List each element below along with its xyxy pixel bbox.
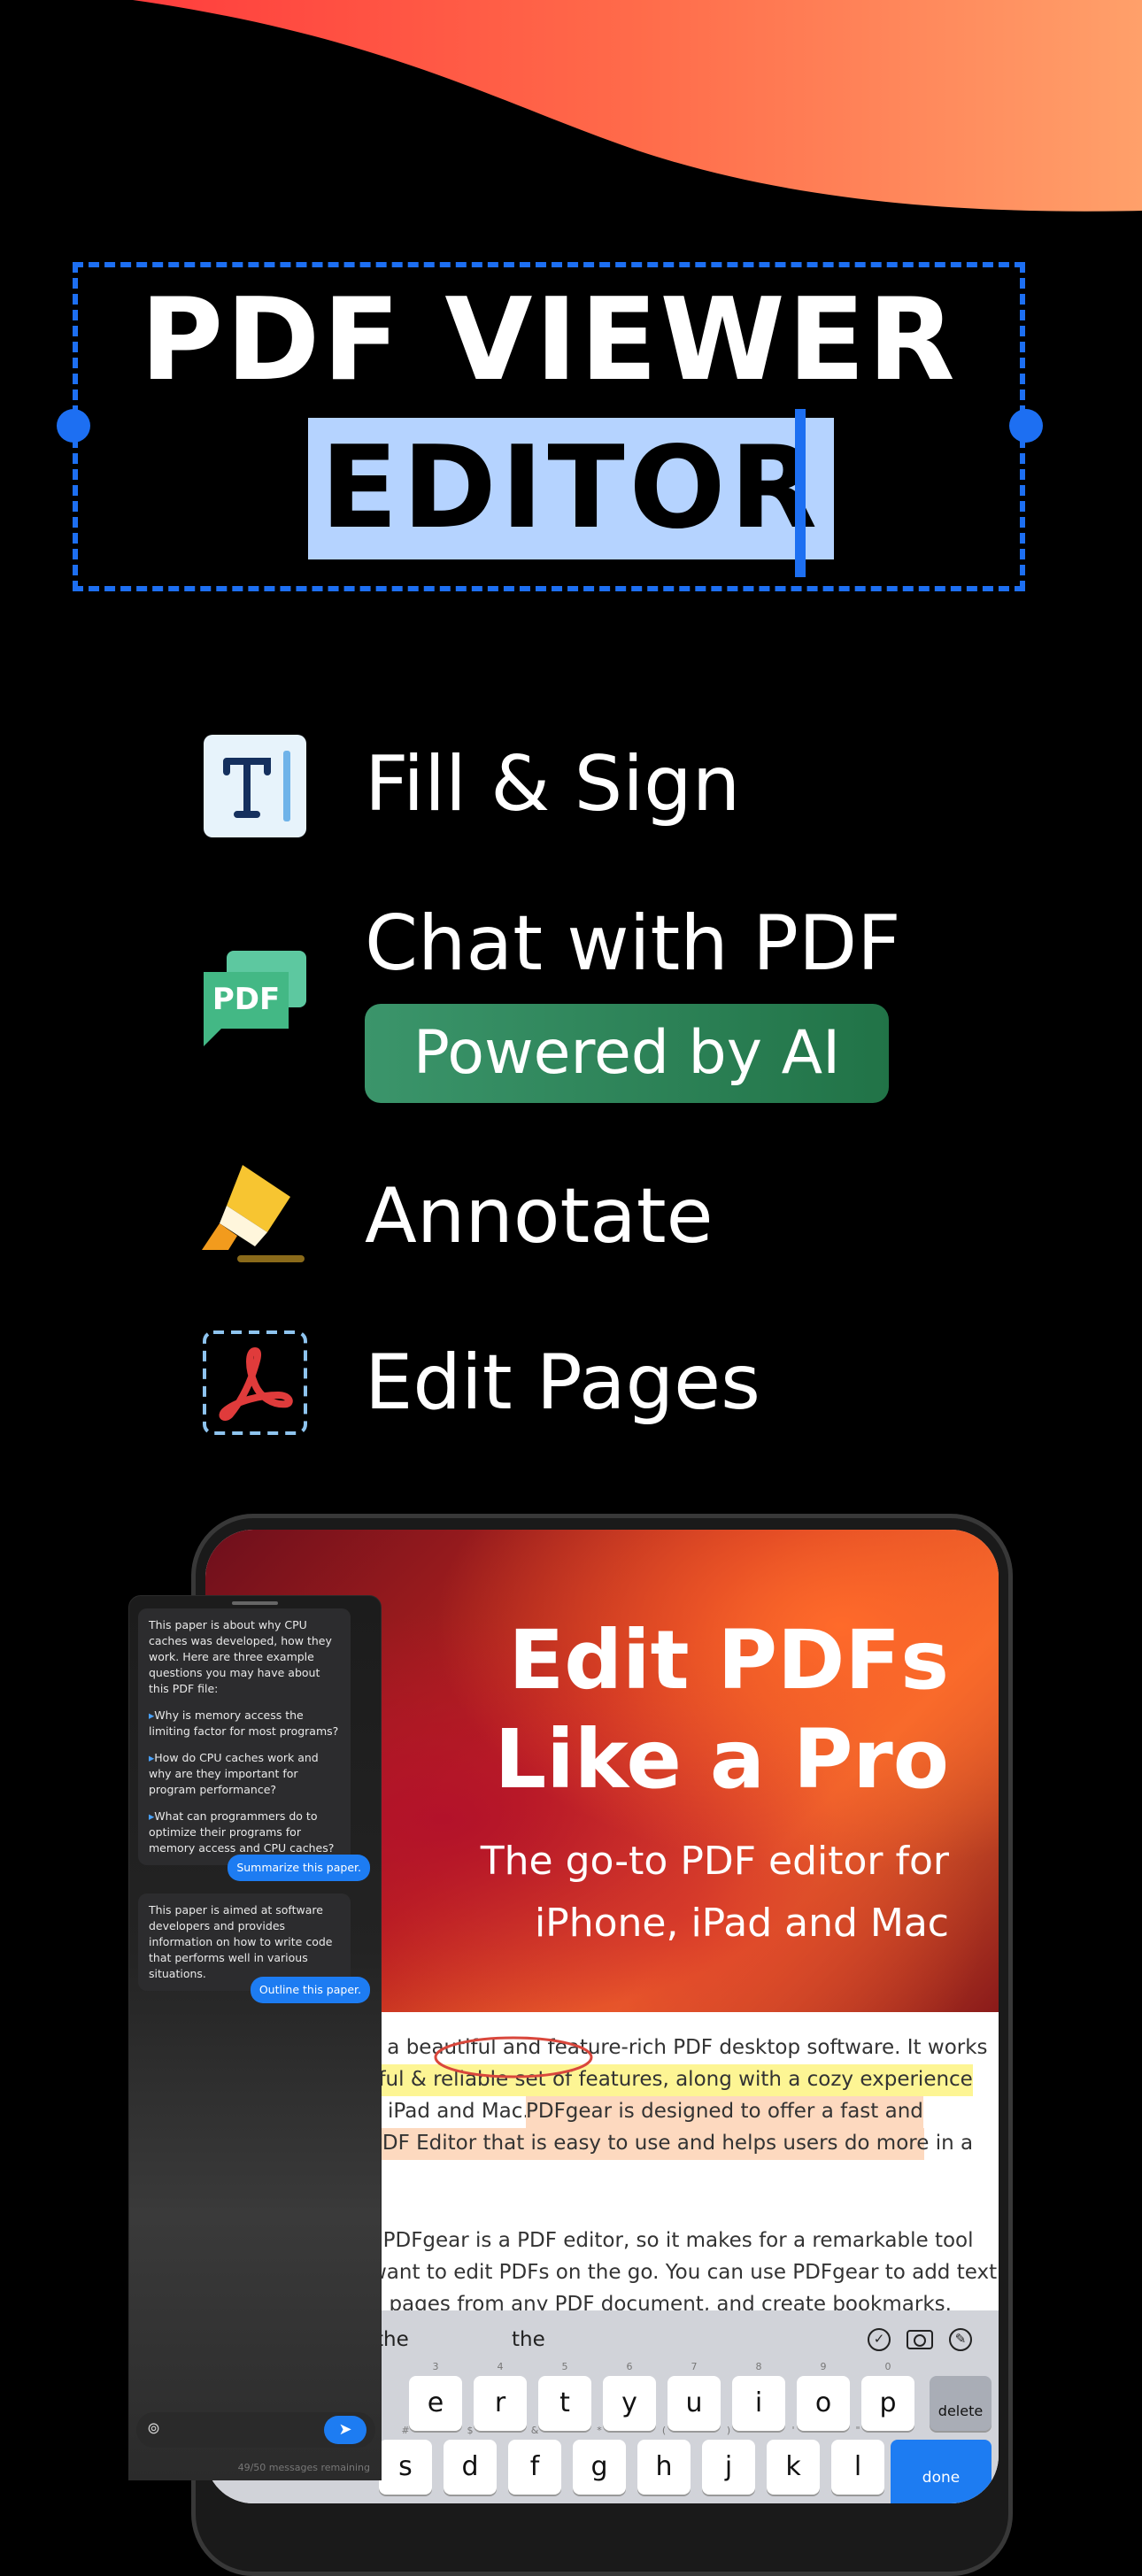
suggested-question-1[interactable]: ▸Why is memory access the limiting facto…	[149, 1708, 340, 1739]
banner-subtitle-line1: The go-to PDF editor for	[480, 1839, 949, 1884]
suggested-question-3[interactable]: ▸What can programmers do to optimize the…	[149, 1809, 340, 1856]
key-label: g	[590, 2451, 608, 2482]
key-hint: 6	[626, 2361, 633, 2372]
key-label: p	[879, 2387, 897, 2418]
key-label: f	[529, 2451, 540, 2482]
banner-title: Edit PDFs Like a Pro	[495, 1611, 949, 1809]
suggested-question-2[interactable]: ▸How do CPU caches work and why are they…	[149, 1750, 340, 1798]
key-label: s	[398, 2451, 413, 2482]
key-hint: "	[855, 2425, 860, 2436]
key-3[interactable]: g *	[573, 2425, 626, 2495]
doc-line: want to edit PDFs on the go. You can use…	[370, 2261, 998, 2284]
user-message-2: Outline this paper.	[250, 1977, 370, 2003]
key-label: l	[853, 2451, 862, 2482]
key-label: k	[785, 2451, 801, 2482]
key-hint: 8	[755, 2361, 762, 2372]
text-caret	[795, 409, 806, 577]
key-4[interactable]: h(	[637, 2425, 691, 2495]
top-wave-decoration	[133, 0, 1142, 212]
key-hint: 3	[432, 2361, 439, 2372]
key-label: u	[685, 2387, 703, 2418]
pdf-chat-icon: PDF	[202, 947, 308, 1053]
pencil-circle-icon[interactable]: ✎	[949, 2328, 972, 2351]
banner-subtitle-line2: iPhone, iPad and Mac	[534, 1901, 949, 1946]
key-hint: 0	[884, 2361, 891, 2372]
page-title-line2: EDITOR	[308, 418, 834, 559]
key-label: r	[494, 2387, 506, 2418]
done-key[interactable]: done	[891, 2440, 992, 2503]
powered-by-ai-badge: Powered by AI	[365, 1004, 889, 1103]
feature-annotate-label: Annotate	[365, 1172, 714, 1261]
key-0[interactable]: s #	[379, 2425, 432, 2495]
checkmark-circle-icon[interactable]: ✓	[868, 2328, 891, 2351]
feature-edit-pages-label: Edit Pages	[365, 1338, 760, 1427]
question-text: Why is memory access the limiting factor…	[149, 1708, 339, 1738]
highlighter-icon	[202, 1161, 308, 1268]
question-text: How do CPU caches work and why are they …	[149, 1751, 319, 1796]
key-hint: 7	[691, 2361, 698, 2372]
ai-message-intro: This paper is about why CPU caches was d…	[138, 1608, 351, 1865]
key-2[interactable]: f &	[508, 2425, 561, 2495]
drag-handle[interactable]	[232, 1601, 278, 1605]
key-label: y	[621, 2387, 637, 2418]
key-label: j	[724, 2451, 733, 2482]
feature-fill-sign-label: Fill & Sign	[365, 740, 741, 829]
ai-intro-text: This paper is about why CPU caches was d…	[149, 1618, 332, 1695]
page-title-line2-wrap: EDITOR	[0, 418, 1142, 559]
doc-line: , PDFgear is a PDF editor, so it makes f…	[370, 2229, 974, 2252]
key-1[interactable]: d $	[444, 2425, 497, 2495]
key-5[interactable]: j)	[702, 2425, 755, 2495]
key-hint: (	[661, 2425, 667, 2436]
banner-title-line2: Like a Pro	[494, 1712, 949, 1807]
banner-subtitle: The go-to PDF editor for iPhone, iPad an…	[481, 1831, 949, 1955]
feature-chat-label: Chat with PDF	[365, 899, 901, 988]
key-label: t	[559, 2387, 570, 2418]
doc-line-highlighted: PDFgear is designed to offer a fast and	[526, 2096, 923, 2128]
messages-remaining: 49/50 messages remaining	[237, 2462, 370, 2473]
key-label: i	[754, 2387, 763, 2418]
key-label: o	[814, 2387, 832, 2418]
key-hint: *	[597, 2425, 602, 2436]
key-7[interactable]: l "	[831, 2425, 884, 2495]
send-icon[interactable]: ➤	[324, 2416, 367, 2444]
key-label: h	[655, 2451, 673, 2482]
key-hint: 5	[561, 2361, 568, 2372]
doc-line: iPad and Mac.	[388, 2100, 529, 2123]
user-message-1: Summarize this paper.	[228, 1855, 370, 1881]
robot-icon[interactable]: ⊚	[147, 2419, 160, 2438]
key-6[interactable]: k '	[767, 2425, 820, 2495]
acrobat-page-icon	[202, 1330, 308, 1436]
key-hint: #	[401, 2425, 410, 2436]
svg-text:PDF: PDF	[212, 982, 280, 1017]
camera-icon[interactable]	[907, 2330, 933, 2349]
key-hint: 4	[497, 2361, 504, 2372]
key-hint: 9	[820, 2361, 827, 2372]
ink-circle-annotation	[434, 2036, 593, 2079]
key-hint: &	[530, 2425, 539, 2436]
question-text: What can programmers do to optimize thei…	[149, 1809, 335, 1855]
key-hint: '	[791, 2425, 795, 2436]
doc-line-highlighted: PDF Editor that is easy to use and helps…	[370, 2128, 973, 2160]
key-hint: )	[726, 2425, 731, 2436]
key-hint: $	[467, 2425, 474, 2436]
key-label: e	[427, 2387, 444, 2418]
key-label: d	[461, 2451, 479, 2482]
ai-chat-panel: This paper is about why CPU caches was d…	[128, 1595, 382, 2480]
text-cursor-icon	[202, 733, 308, 839]
delete-key[interactable]: delete	[930, 2376, 992, 2431]
banner-title-line1: Edit PDFs	[508, 1613, 949, 1708]
